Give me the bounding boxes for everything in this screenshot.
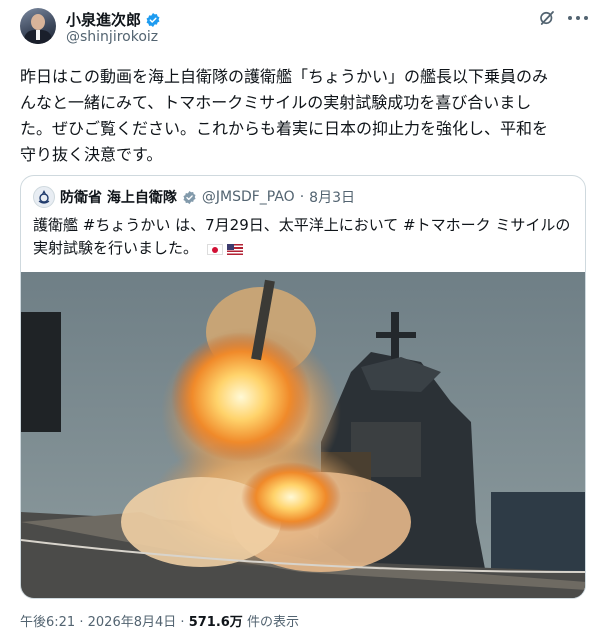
tweet-text-line: 守り抜く決意です。	[20, 145, 163, 164]
tweet-text: 昨日はこの動画を海上自衛隊の護衛艦「ちょうかい」の艦長以下乗員のみ んなと一緒に…	[20, 64, 588, 168]
verified-badge-icon	[183, 190, 196, 204]
quoted-handle[interactable]: @JMSDF_PAO	[202, 189, 295, 205]
author-handle[interactable]: @shinjirokoiz	[66, 29, 158, 45]
tweet-text-line: た。ぜひご覧ください。これからも着実に日本の抑止力を強化し、平和を	[20, 119, 549, 138]
tweet-meta: 午後6:21 · 2026年8月4日 · 571.6万 件の表示	[20, 611, 299, 630]
quoted-tweet-text: 護衛艦 #ちょうかい は、7月29日、太平洋上において #トマホーク ミサイルの…	[33, 214, 573, 260]
quoted-text-line-content: 実射試験を行いました。	[33, 239, 199, 257]
quoted-display-name[interactable]: 防衛省 海上自衛隊	[60, 187, 177, 207]
flag-emojis	[206, 244, 243, 255]
missile-launch-image	[21, 272, 585, 598]
japan-flag-icon	[206, 244, 223, 255]
post-time[interactable]: 午後6:21	[20, 615, 75, 630]
views-count[interactable]: 571.6万	[189, 615, 243, 630]
separator-dot: ·	[79, 615, 84, 630]
grok-icon[interactable]	[538, 9, 556, 27]
quoted-media-video[interactable]	[21, 272, 585, 598]
us-flag-icon	[226, 244, 243, 255]
tweet-post: 小泉進次郎 @shinjirokoiz 昨日はこの動画を海上自衛隊の護衛艦「ちょ…	[0, 0, 600, 635]
quoted-tweet-header: 防衛省 海上自衛隊 @JMSDF_PAO · 8月3日	[33, 186, 355, 208]
tweet-text-line: 昨日はこの動画を海上自衛隊の護衛艦「ちょうかい」の艦長以下乗員のみ	[20, 67, 549, 86]
author-display-name[interactable]: 小泉進次郎	[66, 9, 141, 30]
tweet-text-line: んなと一緒にみて、トマホークミサイルの実射試験成功を喜び合いまし	[20, 93, 532, 112]
separator-dot: ·	[299, 189, 305, 205]
verified-badge-icon	[146, 12, 160, 27]
more-icon[interactable]	[568, 9, 588, 27]
quoted-text-line: 護衛艦 #ちょうかい は、7月29日、太平洋上において #トマホーク ミサイルの	[33, 216, 571, 234]
quoted-text-line: 実射試験を行いました。	[33, 237, 573, 260]
author-name-row: 小泉進次郎	[66, 9, 161, 30]
views-label: 件の表示	[246, 615, 299, 630]
author-avatar[interactable]	[20, 8, 56, 44]
quoted-tweet-card[interactable]: 防衛省 海上自衛隊 @JMSDF_PAO · 8月3日 護衛艦 #ちょうかい は…	[20, 175, 586, 599]
jmsdf-emblem-icon[interactable]	[33, 186, 55, 208]
separator-dot: ·	[180, 615, 185, 630]
quoted-date[interactable]: 8月3日	[309, 187, 355, 207]
post-date[interactable]: 2026年8月4日	[88, 615, 177, 630]
